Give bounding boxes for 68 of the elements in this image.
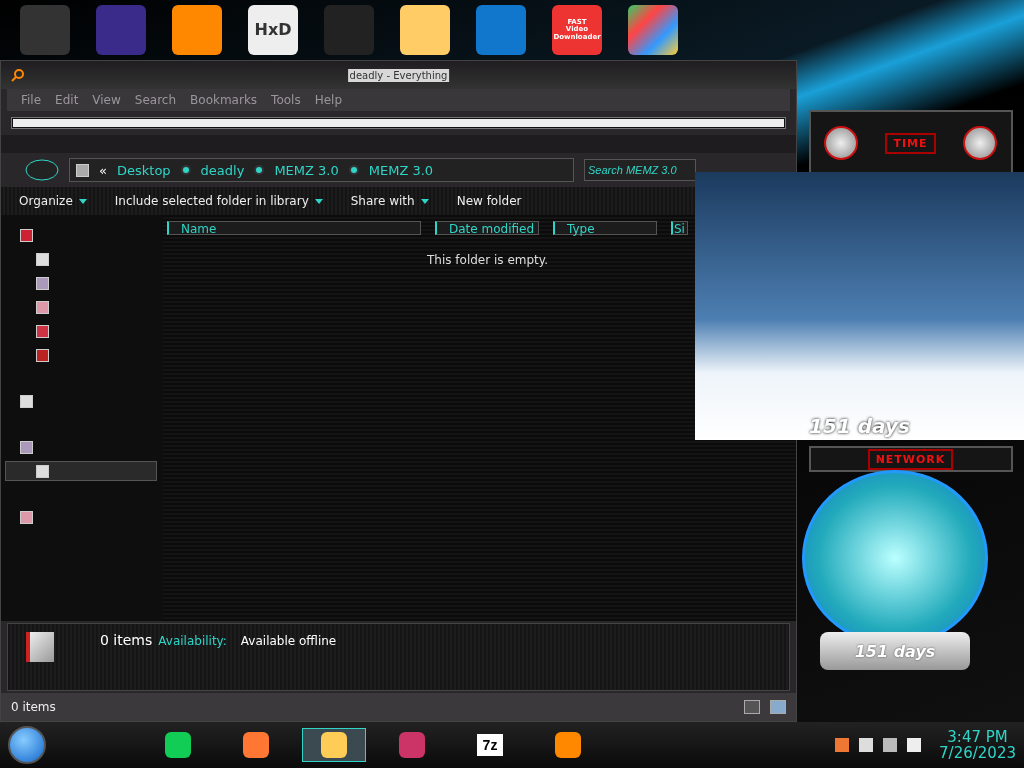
toolbar-button[interactable]: Organize	[19, 194, 87, 208]
breadcrumb[interactable]: Desktop	[116, 162, 171, 178]
start-button[interactable]	[8, 726, 46, 764]
taskbar-button[interactable]: 7z	[458, 728, 522, 762]
archive-app-icon: 7z	[477, 734, 503, 756]
days-counter: 151 days	[854, 641, 936, 661]
folder-icon	[36, 464, 49, 478]
separator-icon	[348, 165, 359, 175]
hex-app-icon[interactable]: HxD	[248, 5, 298, 55]
folder-icon	[36, 324, 49, 338]
tray-app-icon[interactable]	[835, 738, 850, 752]
availability-label: Availability:	[158, 634, 227, 648]
toolbar-button[interactable]: Share with	[350, 194, 429, 208]
item-count: 0 items	[100, 632, 153, 648]
caret-icon	[420, 198, 429, 204]
speaker-icon[interactable]	[907, 738, 922, 752]
app-icon	[399, 732, 425, 758]
breadcrumb[interactable]: MEMZ 3.0	[274, 162, 339, 178]
menu-item[interactable]: Search	[134, 93, 177, 107]
separator-icon	[254, 165, 265, 175]
details-view-icon[interactable]	[744, 700, 760, 714]
taskbar-button[interactable]	[302, 728, 366, 762]
column-header[interactable]: Name	[167, 221, 421, 235]
toolbar-button[interactable]: Include selected folder in library	[114, 194, 323, 208]
menu-item[interactable]: Help	[314, 93, 343, 107]
folder-icon	[20, 394, 33, 408]
caret-icon	[314, 198, 323, 204]
folder-icon	[36, 252, 49, 266]
folder-icon	[20, 510, 33, 524]
flag-icon[interactable]	[859, 738, 874, 752]
file-icon	[26, 632, 54, 662]
menu-item[interactable]: File	[21, 93, 42, 107]
network-icon[interactable]	[883, 738, 898, 752]
overflow-chevron[interactable]: «	[99, 162, 107, 178]
widget-title: TIME	[885, 132, 936, 154]
menu-item[interactable]: Bookmarks	[190, 93, 258, 107]
menu-item[interactable]: Edit	[55, 93, 79, 107]
days-counter: 151 days	[809, 414, 910, 438]
sidebar-item[interactable]	[5, 461, 157, 481]
status-text: 0 items	[11, 700, 56, 714]
folder-icon	[20, 228, 33, 242]
app-icon	[243, 732, 269, 758]
folder-icon	[76, 163, 89, 177]
empty-folder-message: This folder is empty.	[427, 253, 549, 267]
folder-icon	[36, 348, 49, 362]
app-icon	[321, 732, 347, 758]
toolbar-button[interactable]: New folder	[456, 194, 522, 208]
column-header[interactable]: Si	[671, 221, 688, 235]
separator-icon	[180, 165, 191, 175]
app-icon	[165, 732, 191, 758]
menu-item[interactable]: View	[92, 93, 121, 107]
clock[interactable]: 3:47 PM 7/26/2023	[939, 728, 1016, 762]
column-header[interactable]: Date modified	[435, 221, 539, 235]
search-icon[interactable]	[11, 68, 25, 82]
availability-value: Available offline	[240, 634, 337, 648]
widget-title: NETWORK	[867, 448, 954, 470]
search-field[interactable]: Search MEMZ 3.0	[584, 159, 696, 181]
column-header[interactable]: Type	[553, 221, 657, 235]
app-icon	[555, 732, 581, 758]
breadcrumb[interactable]: deadly	[200, 162, 245, 178]
menu-item[interactable]: Tools	[271, 93, 301, 107]
folder-icon	[36, 276, 49, 290]
window-title: deadly - Everything	[347, 68, 450, 82]
breadcrumb[interactable]: MEMZ 3.0	[368, 162, 434, 178]
folder-icon	[36, 300, 49, 314]
address-bar[interactable]: « Desktop deadly MEMZ 3.0 MEMZ 3.0	[69, 158, 574, 182]
caret-icon	[78, 198, 87, 204]
folder-icon	[20, 440, 33, 454]
